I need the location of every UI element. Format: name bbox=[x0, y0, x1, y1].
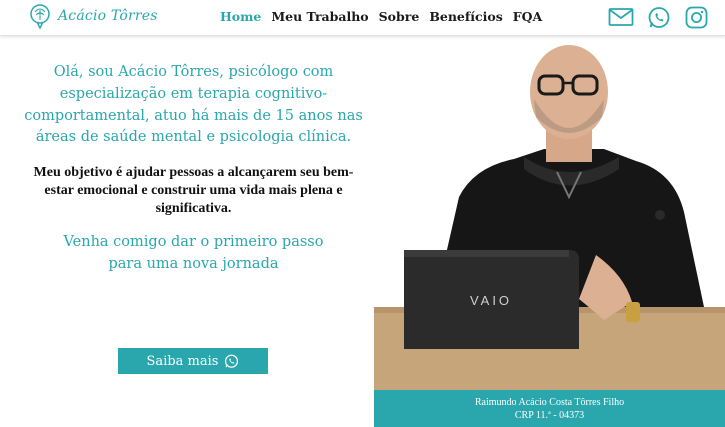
saiba-mais-button[interactable]: Saiba mais bbox=[118, 348, 268, 374]
site-header: Acácio Tôrres Home Meu Trabalho Sobre Be… bbox=[0, 0, 725, 36]
hero-text: Olá, sou Acácio Tôrres, psicólogo com es… bbox=[20, 62, 367, 275]
whatsapp-icon[interactable] bbox=[647, 6, 671, 30]
whatsapp-icon bbox=[225, 354, 239, 368]
caption-crp: CRP 11.ª - 04373 bbox=[514, 410, 585, 421]
saiba-mais-label: Saiba mais bbox=[146, 353, 219, 369]
hero-description: Meu objetivo é ajudar pessoas a alcançar… bbox=[33, 165, 354, 217]
instagram-icon[interactable] bbox=[685, 6, 708, 29]
caption-name: Raimundo Acácio Costa Tôrres Filho bbox=[474, 397, 625, 408]
email-icon[interactable] bbox=[608, 6, 634, 28]
nav-meu-trabalho[interactable]: Meu Trabalho bbox=[271, 9, 368, 24]
hero-cta-text: Venha comigo dar o primeiro passo para u… bbox=[63, 234, 324, 273]
main-nav: Home Meu Trabalho Sobre Benefícios FQA bbox=[220, 9, 552, 24]
psychologist-photo: VAIO bbox=[374, 37, 725, 390]
nav-home[interactable]: Home bbox=[220, 9, 261, 24]
laptop-brand-text: VAIO bbox=[470, 293, 512, 308]
nav-fqa[interactable]: FQA bbox=[513, 9, 542, 24]
logo[interactable]: Acácio Tôrres bbox=[26, 2, 158, 30]
photo-caption: Raimundo Acácio Costa Tôrres Filho CRP 1… bbox=[374, 390, 725, 427]
brain-tree-logo-icon bbox=[30, 4, 50, 30]
hero-title: Olá, sou Acácio Tôrres, psicólogo com es… bbox=[24, 64, 363, 146]
nav-sobre[interactable]: Sobre bbox=[379, 9, 420, 24]
nav-beneficios[interactable]: Benefícios bbox=[429, 9, 502, 24]
brand-name: Acácio Tôrres bbox=[58, 8, 158, 24]
